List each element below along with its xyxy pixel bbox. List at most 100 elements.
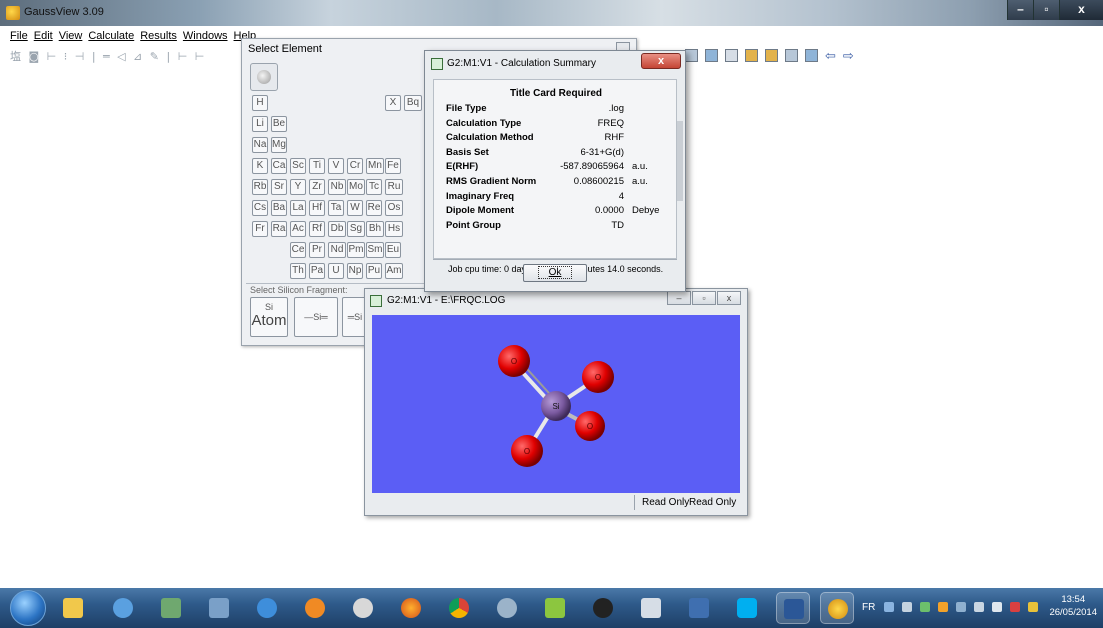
element-os[interactable]: Os xyxy=(385,200,403,216)
element-v[interactable]: V xyxy=(328,158,344,174)
element-bh[interactable]: Bh xyxy=(366,221,384,237)
element-nd[interactable]: Nd xyxy=(328,242,346,258)
element-pm[interactable]: Pm xyxy=(347,242,365,258)
tray-app-icon[interactable] xyxy=(1028,602,1038,612)
molecule-close-button[interactable]: x xyxy=(717,291,741,305)
menu-results[interactable]: Results xyxy=(140,30,177,44)
element-ra[interactable]: Ra xyxy=(271,221,287,237)
element-h[interactable]: H xyxy=(252,95,268,111)
taskbar-word[interactable] xyxy=(776,592,810,624)
taskbar-app-10[interactable] xyxy=(490,592,524,624)
taskbar-explorer[interactable] xyxy=(56,592,90,624)
element-nb[interactable]: Nb xyxy=(328,179,346,195)
taskbar-firefox[interactable] xyxy=(394,592,428,624)
start-button-icon[interactable] xyxy=(10,590,46,626)
element-mn[interactable]: Mn xyxy=(366,158,384,174)
taskbar-chrome[interactable] xyxy=(442,592,476,624)
atom-o-4[interactable]: O xyxy=(511,435,543,467)
toolbar-button-results-icon[interactable] xyxy=(745,49,758,62)
calc-summary-close-button[interactable]: x xyxy=(641,53,681,69)
taskbar-app-12[interactable] xyxy=(586,592,620,624)
taskbar-app-3[interactable] xyxy=(154,592,188,624)
atom-o-3[interactable]: O xyxy=(575,411,605,441)
taskbar-app-6[interactable] xyxy=(298,592,332,624)
element-sm[interactable]: Sm xyxy=(366,242,384,258)
element-ce[interactable]: Ce xyxy=(290,242,306,258)
element-pr[interactable]: Pr xyxy=(309,242,325,258)
toolbar-button-export-icon[interactable] xyxy=(765,49,778,62)
tray-app-icon[interactable] xyxy=(884,602,894,612)
atom-o-1[interactable]: O xyxy=(498,345,530,377)
atom-o-2[interactable]: O xyxy=(582,361,614,393)
taskbar-app-4[interactable] xyxy=(202,592,236,624)
fragment-atom[interactable]: Si Atom xyxy=(250,297,288,337)
arrow-right-icon[interactable]: ⇨ xyxy=(843,49,854,65)
fragment-single-double[interactable]: —Si═ xyxy=(294,297,338,337)
tray-app-icon[interactable] xyxy=(920,602,930,612)
menu-view[interactable]: View xyxy=(59,30,83,44)
element-re[interactable]: Re xyxy=(366,200,382,216)
element-ta[interactable]: Ta xyxy=(328,200,344,216)
element-ba[interactable]: Ba xyxy=(271,200,287,216)
element-zr[interactable]: Zr xyxy=(309,179,325,195)
tray-app-icon[interactable] xyxy=(902,602,912,612)
tray-language[interactable]: FR xyxy=(862,602,875,613)
tray-volume-icon[interactable] xyxy=(992,602,1002,612)
calc-summary-scrollbar[interactable] xyxy=(677,121,683,201)
toolbar-left[interactable]: 塩 ◙ ⊢ ⁝ ⊣ | ═ ◁ ⊿ ✎ | ⊢ ⊢ xyxy=(10,48,240,63)
element-li[interactable]: Li xyxy=(252,116,268,132)
taskbar-app-7[interactable] xyxy=(346,592,380,624)
element-fr[interactable]: Fr xyxy=(252,221,268,237)
element-picker-icon[interactable] xyxy=(250,63,278,91)
element-ru[interactable]: Ru xyxy=(385,179,403,195)
element-sr[interactable]: Sr xyxy=(271,179,287,195)
element-cs[interactable]: Cs xyxy=(252,200,268,216)
toolbar-button-cascade-icon[interactable] xyxy=(785,49,798,62)
taskbar-gaussview[interactable] xyxy=(820,592,854,624)
menu-edit[interactable]: Edit xyxy=(34,30,53,44)
molecule-maximize-button[interactable]: ▫ xyxy=(692,291,716,305)
element-be[interactable]: Be xyxy=(271,116,287,132)
toolbar-button-window-icon[interactable] xyxy=(725,49,738,62)
menu-calculate[interactable]: Calculate xyxy=(88,30,134,44)
tray-app-icon[interactable] xyxy=(1010,602,1020,612)
taskbar-app-5[interactable] xyxy=(250,592,284,624)
element-ti[interactable]: Ti xyxy=(309,158,325,174)
element-rb[interactable]: Rb xyxy=(252,179,268,195)
taskbar-app-11[interactable] xyxy=(538,592,572,624)
element-db[interactable]: Db xyxy=(328,221,346,237)
element-am[interactable]: Am xyxy=(385,263,403,279)
toolbar-button-copy-icon[interactable] xyxy=(685,49,698,62)
element-ca[interactable]: Ca xyxy=(271,158,287,174)
molecule-viewport[interactable]: O O Si O O xyxy=(372,315,740,493)
taskbar-app-13[interactable] xyxy=(634,592,668,624)
element-sg[interactable]: Sg xyxy=(347,221,365,237)
element-u[interactable]: U xyxy=(328,263,344,279)
taskbar-skype[interactable] xyxy=(730,592,764,624)
atom-si[interactable]: Si xyxy=(541,391,571,421)
element-na[interactable]: Na xyxy=(252,137,268,153)
arrow-left-icon[interactable]: ⇦ xyxy=(825,49,836,65)
element-w[interactable]: W xyxy=(347,200,363,216)
element-np[interactable]: Np xyxy=(347,263,363,279)
element-pa[interactable]: Pa xyxy=(309,263,325,279)
element-pu[interactable]: Pu xyxy=(366,263,382,279)
taskbar-app-14[interactable] xyxy=(682,592,716,624)
element-k[interactable]: K xyxy=(252,158,268,174)
menu-windows[interactable]: Windows xyxy=(183,30,228,44)
element-cr[interactable]: Cr xyxy=(347,158,363,174)
toolbar-button-tile-icon[interactable] xyxy=(805,49,818,62)
menu-file[interactable]: File xyxy=(10,30,28,44)
element-hf[interactable]: Hf xyxy=(309,200,325,216)
element-sc[interactable]: Sc xyxy=(290,158,306,174)
element-y[interactable]: Y xyxy=(290,179,306,195)
element-eu[interactable]: Eu xyxy=(385,242,401,258)
element-ac[interactable]: Ac xyxy=(290,221,306,237)
element-la[interactable]: La xyxy=(290,200,306,216)
element-rf[interactable]: Rf xyxy=(309,221,325,237)
minimize-button[interactable]: – xyxy=(1007,0,1033,20)
molecule-minimize-button[interactable]: – xyxy=(667,291,691,305)
tray-network-icon[interactable] xyxy=(974,602,984,612)
tray-app-icon[interactable] xyxy=(938,602,948,612)
element-tc[interactable]: Tc xyxy=(366,179,382,195)
